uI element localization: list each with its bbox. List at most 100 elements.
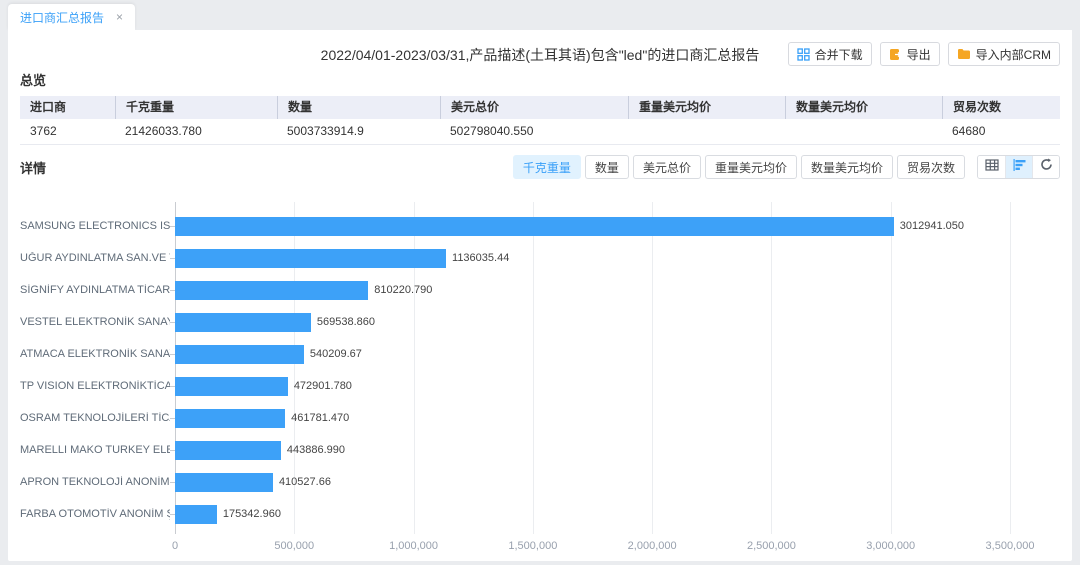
tab-close-icon[interactable]: × [116, 11, 123, 23]
chart-row: MARELLI MAKO TURKEY ELEKTRİK S...443886.… [20, 434, 1060, 466]
merge-download-label: 合并下载 [815, 46, 863, 63]
x-axis-tick-label: 0 [172, 540, 178, 552]
bar-value-label: 569538.860 [317, 316, 375, 328]
category-label: SİGNİFY AYDINLATMA TİCARET ANO... [20, 284, 170, 296]
category-label: OSRAM TEKNOLOJİLERİ TİCARET AN... [20, 412, 170, 424]
bar-track: 1136035.44 [175, 249, 1010, 268]
chart-row: SAMSUNG ELECTRONICS ISTANBUL P... 3012941… [20, 210, 1060, 242]
import-crm-label: 导入内部CRM [976, 46, 1051, 63]
bar[interactable] [175, 505, 217, 524]
bar-track: 461781.470 [175, 409, 1010, 428]
bar-chart-view-icon [1013, 158, 1026, 176]
category-label: SAMSUNG ELECTRONICS ISTANBUL P... [20, 220, 170, 232]
bar[interactable] [175, 473, 273, 492]
detail-section-label: 详情 [20, 158, 46, 177]
overview-column-header-6: 数量美元均价 [785, 96, 942, 119]
bar[interactable] [175, 313, 311, 332]
overview-cell-3: 5003733914.9 [277, 119, 440, 144]
bar-track: 569538.860 [175, 313, 1010, 332]
bar-track: 810220.790 [175, 281, 1010, 300]
overview-column-header-5: 重量美元均价 [628, 96, 785, 119]
overview-header-row: 进口商千克重量数量美元总价重量美元均价数量美元均价贸易次数 [20, 96, 1060, 119]
tab-label: 进口商汇总报告 [20, 9, 104, 26]
chart-row: APRON TEKNOLOJİ ANONİM ŞİRKETİ 410527.66 [20, 466, 1060, 498]
x-axis-tick-label: 500,000 [274, 540, 314, 552]
overview-column-header-7: 贸易次数 [942, 96, 1060, 119]
chart-row: FARBA OTOMOTİV ANONİM ŞİRKETİ 175342.960 [20, 498, 1060, 530]
chart-x-axis: 0500,0001,000,0001,500,0002,000,0002,500… [175, 536, 1010, 558]
metric-tab-6[interactable]: 贸易次数 [897, 155, 965, 179]
bar-value-label: 410527.66 [279, 476, 331, 488]
metric-tab-1[interactable]: 千克重量 [513, 155, 581, 179]
bar-track: 540209.67 [175, 345, 1010, 364]
chart-row: OSRAM TEKNOLOJİLERİ TİCARET AN... 461781.… [20, 402, 1060, 434]
overview-column-header-2: 千克重量 [115, 96, 277, 119]
chart-row: TP VISION ELEKTRONİKTİCARET AN...472901.… [20, 370, 1060, 402]
overview-data-row: 376221426033.7805003733914.9502798040.55… [20, 119, 1060, 145]
category-label: ATMACA ELEKTRONİK SANAYİ VE Tİ... [20, 348, 170, 360]
bar-value-label: 461781.470 [291, 412, 349, 424]
overview-cell-4: 502798040.550 [440, 119, 628, 144]
bar-value-label: 3012941.050 [900, 220, 964, 232]
overview-column-header-3: 数量 [277, 96, 440, 119]
bar-track: 3012941.050 [175, 217, 1010, 236]
category-label: VESTEL ELEKTRONİK SANAYİ VE Tİ... [20, 316, 170, 328]
overview-column-header-4: 美元总价 [440, 96, 628, 119]
overview-cell-2: 21426033.780 [115, 119, 277, 144]
metric-tab-5[interactable]: 数量美元均价 [801, 155, 893, 179]
x-axis-tick-label: 1,000,000 [389, 540, 438, 552]
bar[interactable] [175, 345, 304, 364]
export-icon [889, 48, 902, 61]
chart-row: VESTEL ELEKTRONİK SANAYİ VE Tİ... 569538.… [20, 306, 1060, 338]
x-axis-tick-label: 3,500,000 [986, 540, 1035, 552]
import-crm-folder-icon [957, 48, 971, 60]
refresh-button[interactable] [1032, 156, 1059, 178]
import-crm-button[interactable]: 导入内部CRM [948, 42, 1060, 66]
bar[interactable] [175, 441, 281, 460]
detail-toolbar: 详情 千克重量数量美元总价重量美元均价数量美元均价贸易次数 [20, 154, 1060, 180]
category-label: APRON TEKNOLOJİ ANONİM ŞİRKETİ [20, 476, 170, 488]
table-view-button[interactable] [978, 156, 1005, 178]
page-title: 2022/04/01-2023/03/31,产品描述(土耳其语)包含"led"的… [321, 45, 760, 65]
bar-value-label: 1136035.44 [452, 252, 509, 264]
category-label: UĞUR AYDINLATMA SAN.VE TİC.LTD... [20, 252, 170, 264]
metric-tab-3[interactable]: 美元总价 [633, 155, 701, 179]
bar[interactable] [175, 281, 368, 300]
chart-row: UĞUR AYDINLATMA SAN.VE TİC.LTD... 1136035… [20, 242, 1060, 274]
overview-cell-7: 64680 [942, 119, 1060, 144]
merge-download-icon [797, 48, 810, 61]
bar-value-label: 810220.790 [374, 284, 432, 296]
bar[interactable] [175, 217, 894, 236]
export-button[interactable]: 导出 [880, 42, 940, 66]
overview-cell-6 [785, 119, 942, 144]
bar-track: 410527.66 [175, 473, 1010, 492]
overview-cell-1: 3762 [20, 119, 115, 144]
category-label: MARELLI MAKO TURKEY ELEKTRİK S... [20, 444, 170, 456]
category-label: TP VISION ELEKTRONİKTİCARET AN... [20, 380, 170, 392]
overview-cell-5 [628, 119, 785, 144]
merge-download-button[interactable]: 合并下载 [788, 42, 872, 66]
export-label: 导出 [907, 46, 931, 63]
bar[interactable] [175, 377, 288, 396]
bar-value-label: 175342.960 [223, 508, 281, 520]
chart-rows: SAMSUNG ELECTRONICS ISTANBUL P... 3012941… [20, 210, 1060, 530]
metric-tab-2[interactable]: 数量 [585, 155, 629, 179]
bar-chart-view-button[interactable] [1005, 156, 1032, 178]
chart-row: SİGNİFY AYDINLATMA TİCARET ANO... 810220.… [20, 274, 1060, 306]
category-label: FARBA OTOMOTİV ANONİM ŞİRKETİ [20, 508, 170, 520]
bar-track: 175342.960 [175, 505, 1010, 524]
importer-bar-chart: SAMSUNG ELECTRONICS ISTANBUL P... 3012941… [20, 210, 1060, 558]
report-panel: 2022/04/01-2023/03/31,产品描述(土耳其语)包含"led"的… [8, 30, 1072, 561]
metric-tab-4[interactable]: 重量美元均价 [705, 155, 797, 179]
bar[interactable] [175, 249, 446, 268]
bar[interactable] [175, 409, 285, 428]
x-axis-tick-label: 1,500,000 [508, 540, 557, 552]
metric-tabs: 千克重量数量美元总价重量美元均价数量美元均价贸易次数 [513, 155, 965, 179]
overview-column-header-1: 进口商 [20, 96, 115, 119]
chart-row: ATMACA ELEKTRONİK SANAYİ VE Tİ... 540209.… [20, 338, 1060, 370]
bar-value-label: 540209.67 [310, 348, 362, 360]
tab-importer-summary-report[interactable]: 进口商汇总报告 × [8, 4, 135, 30]
overview-table: 进口商千克重量数量美元总价重量美元均价数量美元均价贸易次数 3762214260… [20, 96, 1060, 145]
table-view-icon [985, 158, 999, 176]
view-toggle-group [977, 155, 1060, 179]
